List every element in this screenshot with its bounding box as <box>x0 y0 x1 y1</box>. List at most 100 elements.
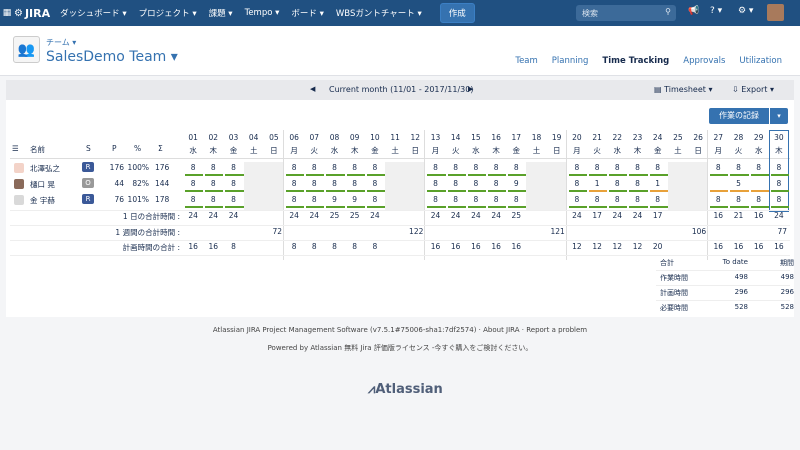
hour-progress-bar <box>225 174 244 176</box>
hour-cell[interactable]: 8 <box>627 179 647 188</box>
tab-planning[interactable]: Planning <box>552 56 589 66</box>
hour-cell[interactable]: 8 <box>284 195 304 204</box>
hour-cell[interactable]: 8 <box>567 179 587 188</box>
user-avatar[interactable] <box>767 4 784 21</box>
hour-cell[interactable]: 9 <box>324 195 344 204</box>
hour-cell[interactable]: 8 <box>567 163 587 172</box>
hour-cell[interactable]: 9 <box>506 179 526 188</box>
hour-cell[interactable]: 8 <box>203 195 223 204</box>
hour-cell[interactable]: 8 <box>607 163 627 172</box>
user-name[interactable]: 北澤弘之 <box>30 163 60 174</box>
hour-cell[interactable]: 8 <box>728 195 748 204</box>
search-input[interactable]: 検索 ⚲ <box>576 5 676 21</box>
create-button[interactable]: 作成 <box>439 3 475 23</box>
hour-cell[interactable]: 8 <box>324 163 344 172</box>
team-label[interactable]: チーム ▾ <box>46 37 76 48</box>
hour-cell[interactable]: 8 <box>183 179 203 188</box>
hour-cell[interactable]: 8 <box>425 195 445 204</box>
hour-cell[interactable]: 8 <box>425 163 445 172</box>
hour-cell[interactable]: 8 <box>223 179 243 188</box>
user-total: 178 <box>155 195 170 204</box>
hour-cell[interactable]: 8 <box>708 163 728 172</box>
next-period-icon[interactable]: ▶ <box>468 85 473 93</box>
hour-cell[interactable]: 8 <box>708 195 728 204</box>
nav-projects[interactable]: プロジェクト ▾ <box>139 7 197 19</box>
hour-cell[interactable]: 8 <box>466 179 486 188</box>
hour-cell[interactable]: 8 <box>284 163 304 172</box>
hour-cell[interactable]: 8 <box>607 195 627 204</box>
hour-cell[interactable]: 8 <box>749 195 769 204</box>
hour-cell[interactable]: 8 <box>627 195 647 204</box>
hour-cell[interactable]: 8 <box>466 195 486 204</box>
hour-cell[interactable]: 8 <box>567 195 587 204</box>
hour-cell[interactable]: 1 <box>648 179 668 188</box>
hour-cell[interactable]: 8 <box>769 163 789 172</box>
hour-cell[interactable]: 8 <box>769 195 789 204</box>
hour-cell[interactable]: 8 <box>749 163 769 172</box>
hour-cell[interactable]: 8 <box>365 163 385 172</box>
log-work-dropdown-button[interactable]: ▾ <box>770 108 788 124</box>
hour-cell[interactable]: 1 <box>587 179 607 188</box>
hour-cell[interactable]: 9 <box>345 195 365 204</box>
user-name[interactable]: 金 宇赫 <box>30 195 55 206</box>
hour-cell[interactable]: 8 <box>183 195 203 204</box>
gear-icon[interactable]: ⚙ ▾ <box>738 6 753 16</box>
hour-cell[interactable]: 8 <box>587 163 607 172</box>
hour-cell[interactable]: 8 <box>648 163 668 172</box>
nav-wbs-gantt[interactable]: WBSガントチャート ▾ <box>336 7 422 19</box>
nav-dashboards[interactable]: ダッシュボード ▾ <box>60 7 126 19</box>
hour-cell[interactable]: 8 <box>223 163 243 172</box>
log-work-button[interactable]: 作業の記録 <box>709 108 769 124</box>
megaphone-icon[interactable]: 📢 <box>688 6 699 16</box>
hour-cell[interactable]: 8 <box>769 179 789 188</box>
hour-cell[interactable]: 5 <box>728 179 748 188</box>
hour-cell[interactable]: 8 <box>183 163 203 172</box>
hour-cell[interactable]: 8 <box>345 163 365 172</box>
hour-cell[interactable]: 8 <box>284 179 304 188</box>
user-name[interactable]: 樋口 晃 <box>30 179 55 190</box>
app-switcher-icon[interactable]: ▦ <box>0 0 14 26</box>
hour-cell[interactable]: 8 <box>223 195 243 204</box>
hour-cell[interactable]: 8 <box>486 163 506 172</box>
hour-cell[interactable]: 8 <box>728 163 748 172</box>
export-dropdown[interactable]: ⇩ Export ▾ <box>732 85 774 94</box>
hour-cell[interactable]: 8 <box>486 179 506 188</box>
nav-tempo[interactable]: Tempo ▾ <box>245 8 280 18</box>
prev-period-icon[interactable]: ◀ <box>310 85 315 93</box>
jira-logo[interactable]: ⚙ JIRA <box>14 7 50 20</box>
hour-cell[interactable]: 8 <box>304 163 324 172</box>
tab-time-tracking[interactable]: Time Tracking <box>602 56 669 66</box>
hour-cell[interactable]: 8 <box>304 195 324 204</box>
tab-utilization[interactable]: Utilization <box>739 56 782 66</box>
menu-icon[interactable]: ☰ <box>12 144 19 153</box>
hour-cell[interactable]: 8 <box>506 163 526 172</box>
tab-approvals[interactable]: Approvals <box>683 56 725 66</box>
hour-cell[interactable]: 8 <box>365 195 385 204</box>
hour-cell[interactable]: 8 <box>203 179 223 188</box>
hour-cell[interactable]: 8 <box>648 195 668 204</box>
nav-issues[interactable]: 課題 ▾ <box>209 7 233 19</box>
timesheet-dropdown[interactable]: ▤ Timesheet ▾ <box>654 85 712 94</box>
hour-cell[interactable]: 8 <box>324 179 344 188</box>
nav-boards[interactable]: ボード ▾ <box>291 7 323 19</box>
hour-cell[interactable]: 8 <box>365 179 385 188</box>
hour-progress-bar <box>649 190 668 192</box>
day-weekday: 月 <box>431 146 440 155</box>
team-name[interactable]: SalesDemo Team ▾ <box>46 49 178 65</box>
hour-cell[interactable]: 8 <box>486 195 506 204</box>
hour-cell[interactable]: 8 <box>607 179 627 188</box>
help-icon[interactable]: ? ▾ <box>710 6 722 16</box>
hour-cell[interactable]: 8 <box>345 179 365 188</box>
hour-cell[interactable]: 8 <box>446 195 466 204</box>
tab-team[interactable]: Team <box>515 56 537 66</box>
hour-cell[interactable]: 8 <box>446 179 466 188</box>
day-weekday: 火 <box>451 146 460 155</box>
hour-cell[interactable]: 8 <box>627 163 647 172</box>
hour-cell[interactable]: 8 <box>203 163 223 172</box>
hour-cell[interactable]: 8 <box>466 163 486 172</box>
hour-cell[interactable]: 8 <box>304 179 324 188</box>
hour-cell[interactable]: 8 <box>425 179 445 188</box>
hour-cell[interactable]: 8 <box>446 163 466 172</box>
hour-cell[interactable]: 8 <box>506 195 526 204</box>
hour-cell[interactable]: 8 <box>587 195 607 204</box>
